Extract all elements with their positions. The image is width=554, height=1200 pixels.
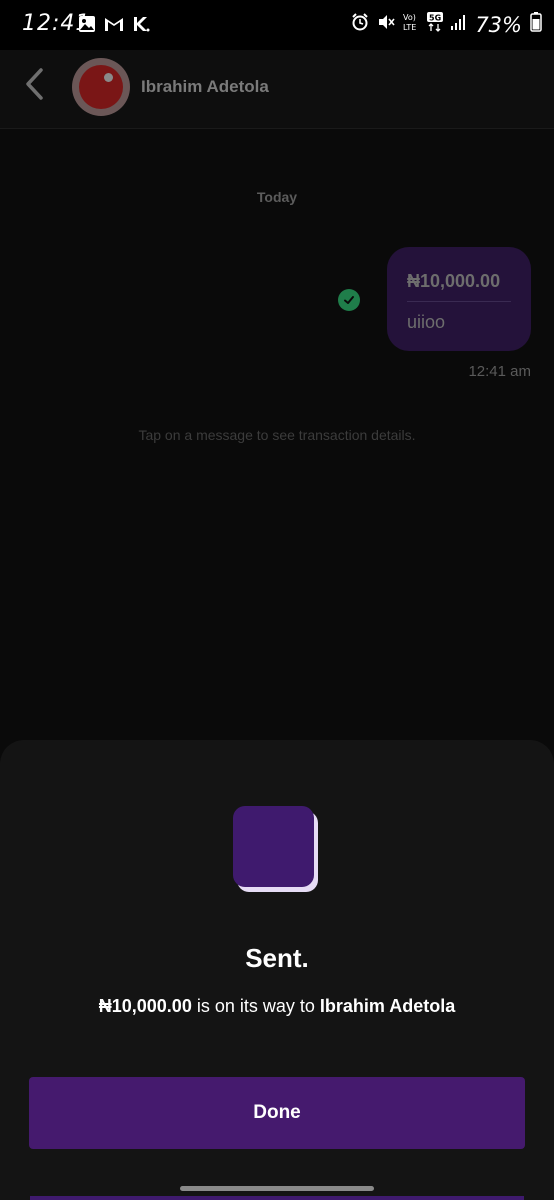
sheet-recipient: Ibrahim Adetola (319, 996, 456, 1016)
5g-icon: 5G (427, 12, 444, 37)
message-amount: ₦10,000.00 (407, 271, 501, 291)
message-note: uiioo (407, 312, 446, 332)
status-bar: 12:41 Vo) LTE 5G 73% (0, 0, 554, 50)
home-indicator[interactable] (180, 1186, 374, 1191)
message-bubble[interactable]: ₦10,000.00 uiioo (387, 247, 531, 351)
chevron-left-icon (26, 68, 43, 100)
done-button[interactable]: Done (29, 1077, 525, 1149)
chat-header: Ibrahim Adetola (0, 50, 554, 129)
sent-icon (233, 806, 319, 892)
svg-text:5G: 5G (429, 14, 441, 23)
chat-area: Today ₦10,000.00 uiioo 12:41 am Tap on a… (0, 129, 554, 740)
delivered-check-icon (338, 289, 360, 311)
sheet-title: Sent. (245, 943, 309, 973)
back-button[interactable] (16, 64, 52, 104)
battery-icon (530, 12, 542, 37)
system-icons: Vo) LTE 5G 73% (351, 12, 542, 37)
svg-text:Vo): Vo) (403, 13, 416, 22)
bubble-divider (407, 301, 511, 302)
battery-percentage: 73% (475, 12, 522, 37)
alarm-icon (351, 13, 369, 36)
message-time: 12:41 am (468, 363, 531, 380)
sent-icon-square (233, 806, 314, 887)
contact-name[interactable]: Ibrahim Adetola (141, 77, 269, 97)
date-separator: Today (256, 189, 298, 205)
avatar[interactable] (72, 58, 130, 116)
sheet-amount: ₦10,000.00 (98, 996, 192, 1016)
notification-icons (78, 15, 150, 38)
avatar-image (79, 65, 123, 109)
mute-icon (377, 13, 395, 36)
svg-text:LTE: LTE (403, 23, 416, 32)
volte-icon: Vo) LTE (403, 12, 419, 37)
bottom-accent-strip (30, 1196, 524, 1200)
gallery-icon (78, 15, 96, 38)
kuda-icon (132, 15, 150, 38)
sheet-message: ₦10,000.00 is on its way to Ibrahim Adet… (0, 996, 554, 1017)
transaction-hint: Tap on a message to see transaction deta… (138, 427, 416, 443)
gmail-icon (104, 16, 124, 37)
signal-icon (451, 13, 467, 36)
sheet-message-middle: is on its way to (191, 996, 320, 1016)
sent-confirmation-sheet: Sent. ₦10,000.00 is on its way to Ibrahi… (0, 740, 554, 1200)
